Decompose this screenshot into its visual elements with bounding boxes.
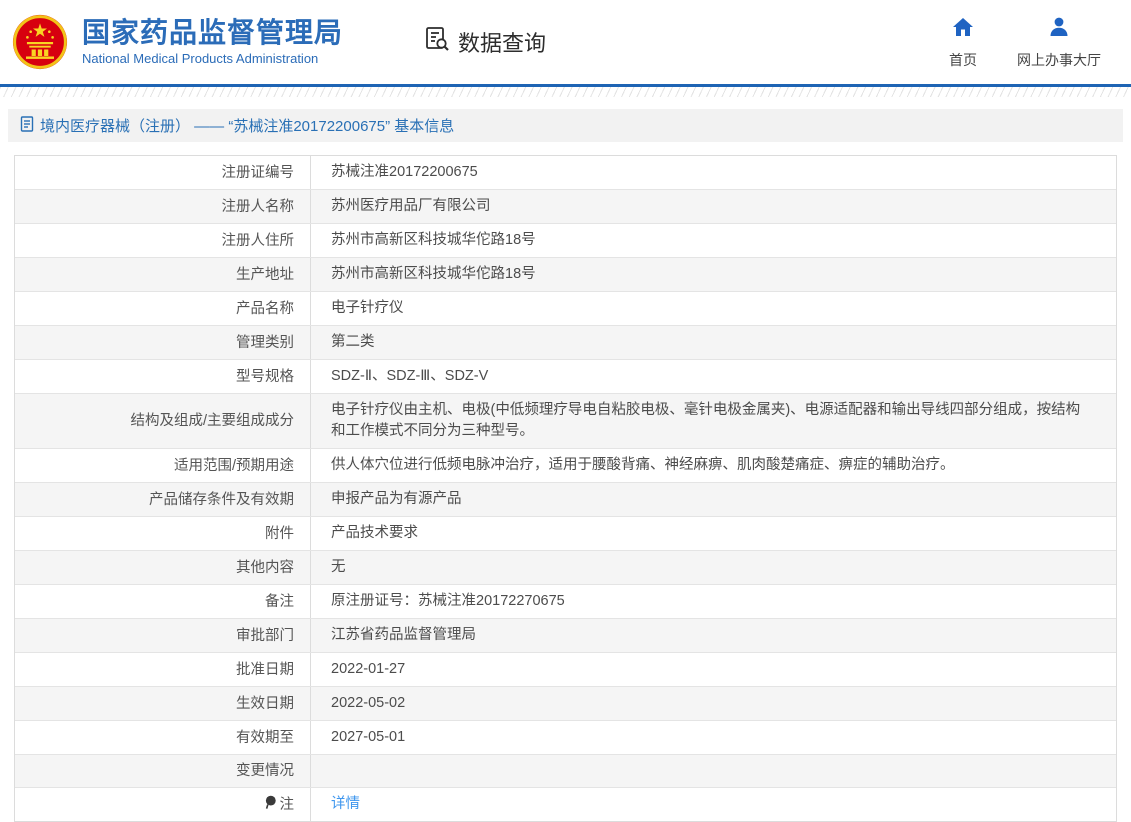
row-label: 附件: [15, 517, 311, 550]
balloon-note-icon: [264, 794, 280, 815]
info-table: 注册证编号 苏械注准20172200675 注册人名称 苏州医疗用品厂有限公司注册人住…: [14, 155, 1117, 822]
row-value: 苏械注准20172200675: [331, 164, 478, 180]
page-title-bar: 境内医疗器械（注册） —— “苏械注准20172200675” 基本信息: [8, 109, 1123, 142]
table-row: 注详情: [15, 788, 1116, 821]
row-label: 有效期至: [15, 721, 311, 754]
detail-link[interactable]: 详情: [331, 794, 360, 815]
table-row: 变更情况: [15, 755, 1116, 788]
row-value: 2027-05-01: [331, 729, 406, 745]
nav-online-hall[interactable]: 网上办事大厅: [1017, 15, 1101, 70]
data-query-label: 数据查询: [458, 31, 547, 56]
nav-home-label: 首页: [949, 51, 977, 68]
row-label: 备注: [15, 585, 311, 618]
table-row: 有效期至 2027-05-01: [15, 721, 1116, 755]
table-row: 适用范围/预期用途 供人体穴位进行低频电脉冲治疗，适用于腰酸背痛、神经麻痹、肌肉酸…: [15, 449, 1116, 483]
row-label: 产品名称: [15, 292, 311, 325]
table-row: 批准日期 2022-01-27: [15, 653, 1116, 687]
doc-search-icon: [423, 25, 458, 59]
row-label: 注册人名称: [15, 190, 311, 223]
agency-title-block: 国家药品监督管理局 National Medical Products Admi…: [82, 17, 344, 67]
table-row: 产品名称 电子针疗仪: [15, 292, 1116, 326]
table-row: 型号规格 SDZ-Ⅱ、SDZ-Ⅲ、SDZ-V: [15, 360, 1116, 394]
row-value: 详情: [311, 788, 1116, 821]
row-label: 其他内容: [15, 551, 311, 584]
row-label: 注册人住所: [15, 224, 311, 257]
page-title: 境内医疗器械（注册） —— “苏械注准20172200675” 基本信息: [40, 118, 455, 135]
table-row: 附件 产品技术要求: [15, 517, 1116, 551]
table-row: 审批部门 江苏省药品监督管理局: [15, 619, 1116, 653]
row-label: 注册证编号: [15, 156, 311, 189]
row-label: 生效日期: [15, 687, 311, 720]
row-value: 2022-01-27: [331, 661, 406, 677]
decorative-stripe-band: [0, 87, 1131, 97]
data-query-section[interactable]: 数据查询: [423, 25, 546, 59]
row-value: 江苏省药品监督管理局: [331, 627, 476, 643]
table-row: 生效日期 2022-05-02: [15, 687, 1116, 721]
row-label: 产品储存条件及有效期: [15, 483, 311, 516]
user-icon: [1047, 15, 1071, 44]
row-value: 原注册证号：苏械注准20172270675: [331, 593, 565, 609]
row-value: 电子针疗仪: [331, 300, 404, 316]
nav-home[interactable]: 首页: [949, 15, 977, 70]
row-label: 适用范围/预期用途: [15, 449, 311, 482]
row-label: 批准日期: [15, 653, 311, 686]
row-value: 2022-05-02: [331, 695, 406, 711]
table-row: 注册证编号 苏械注准20172200675: [15, 156, 1116, 190]
agency-name-en: National Medical Products Administration: [82, 51, 319, 66]
table-row: 结构及组成/主要组成成分 电子针疗仪由主机、电极(中低频理疗导电自粘胶电极、毫针电…: [15, 394, 1116, 449]
row-value: 苏州医疗用品厂有限公司: [331, 198, 491, 214]
row-value: 苏州市高新区科技城华佗路18号: [331, 232, 536, 248]
table-row: 生产地址 苏州市高新区科技城华佗路18号: [15, 258, 1116, 292]
row-label: 管理类别: [15, 326, 311, 359]
row-value: SDZ-Ⅱ、SDZ-Ⅲ、SDZ-V: [331, 368, 489, 384]
row-value: [311, 755, 1116, 787]
row-label: 结构及组成/主要组成成分: [15, 394, 311, 448]
table-row: 管理类别 第二类: [15, 326, 1116, 360]
row-value: 供人体穴位进行低频电脉冲治疗，适用于腰酸背痛、神经麻痹、肌肉酸楚痛症、痹症的辅助…: [331, 457, 955, 473]
agency-name-cn: 国家药品监督管理局: [82, 17, 344, 48]
row-label: 变更情况: [15, 755, 311, 787]
row-value: 无: [331, 559, 346, 575]
row-label: 审批部门: [15, 619, 311, 652]
national-emblem-logo: [12, 14, 68, 70]
table-row: 备注 原注册证号：苏械注准20172270675: [15, 585, 1116, 619]
home-icon: [951, 15, 975, 44]
table-row: 注册人住所 苏州市高新区科技城华佗路18号: [15, 224, 1116, 258]
row-label: 注: [15, 788, 311, 821]
row-label: 生产地址: [15, 258, 311, 291]
row-value: 产品技术要求: [331, 525, 418, 541]
row-value: 第二类: [331, 334, 375, 350]
nav-online-hall-label: 网上办事大厅: [1017, 51, 1101, 68]
row-value: 申报产品为有源产品: [331, 491, 462, 507]
row-value: 电子针疗仪由主机、电极(中低频理疗导电自粘胶电极、毫针电极金属夹)、电源适配器和…: [331, 402, 1081, 439]
document-icon: [20, 115, 40, 136]
table-row: 注册人名称 苏州医疗用品厂有限公司: [15, 190, 1116, 224]
row-value: 苏州市高新区科技城华佗路18号: [331, 266, 536, 282]
page-header: 国家药品监督管理局 National Medical Products Admi…: [0, 0, 1131, 87]
top-nav: 首页 网上办事大厅: [949, 15, 1101, 70]
row-label: 型号规格: [15, 360, 311, 393]
table-row: 产品储存条件及有效期 申报产品为有源产品: [15, 483, 1116, 517]
table-row: 其他内容 无: [15, 551, 1116, 585]
